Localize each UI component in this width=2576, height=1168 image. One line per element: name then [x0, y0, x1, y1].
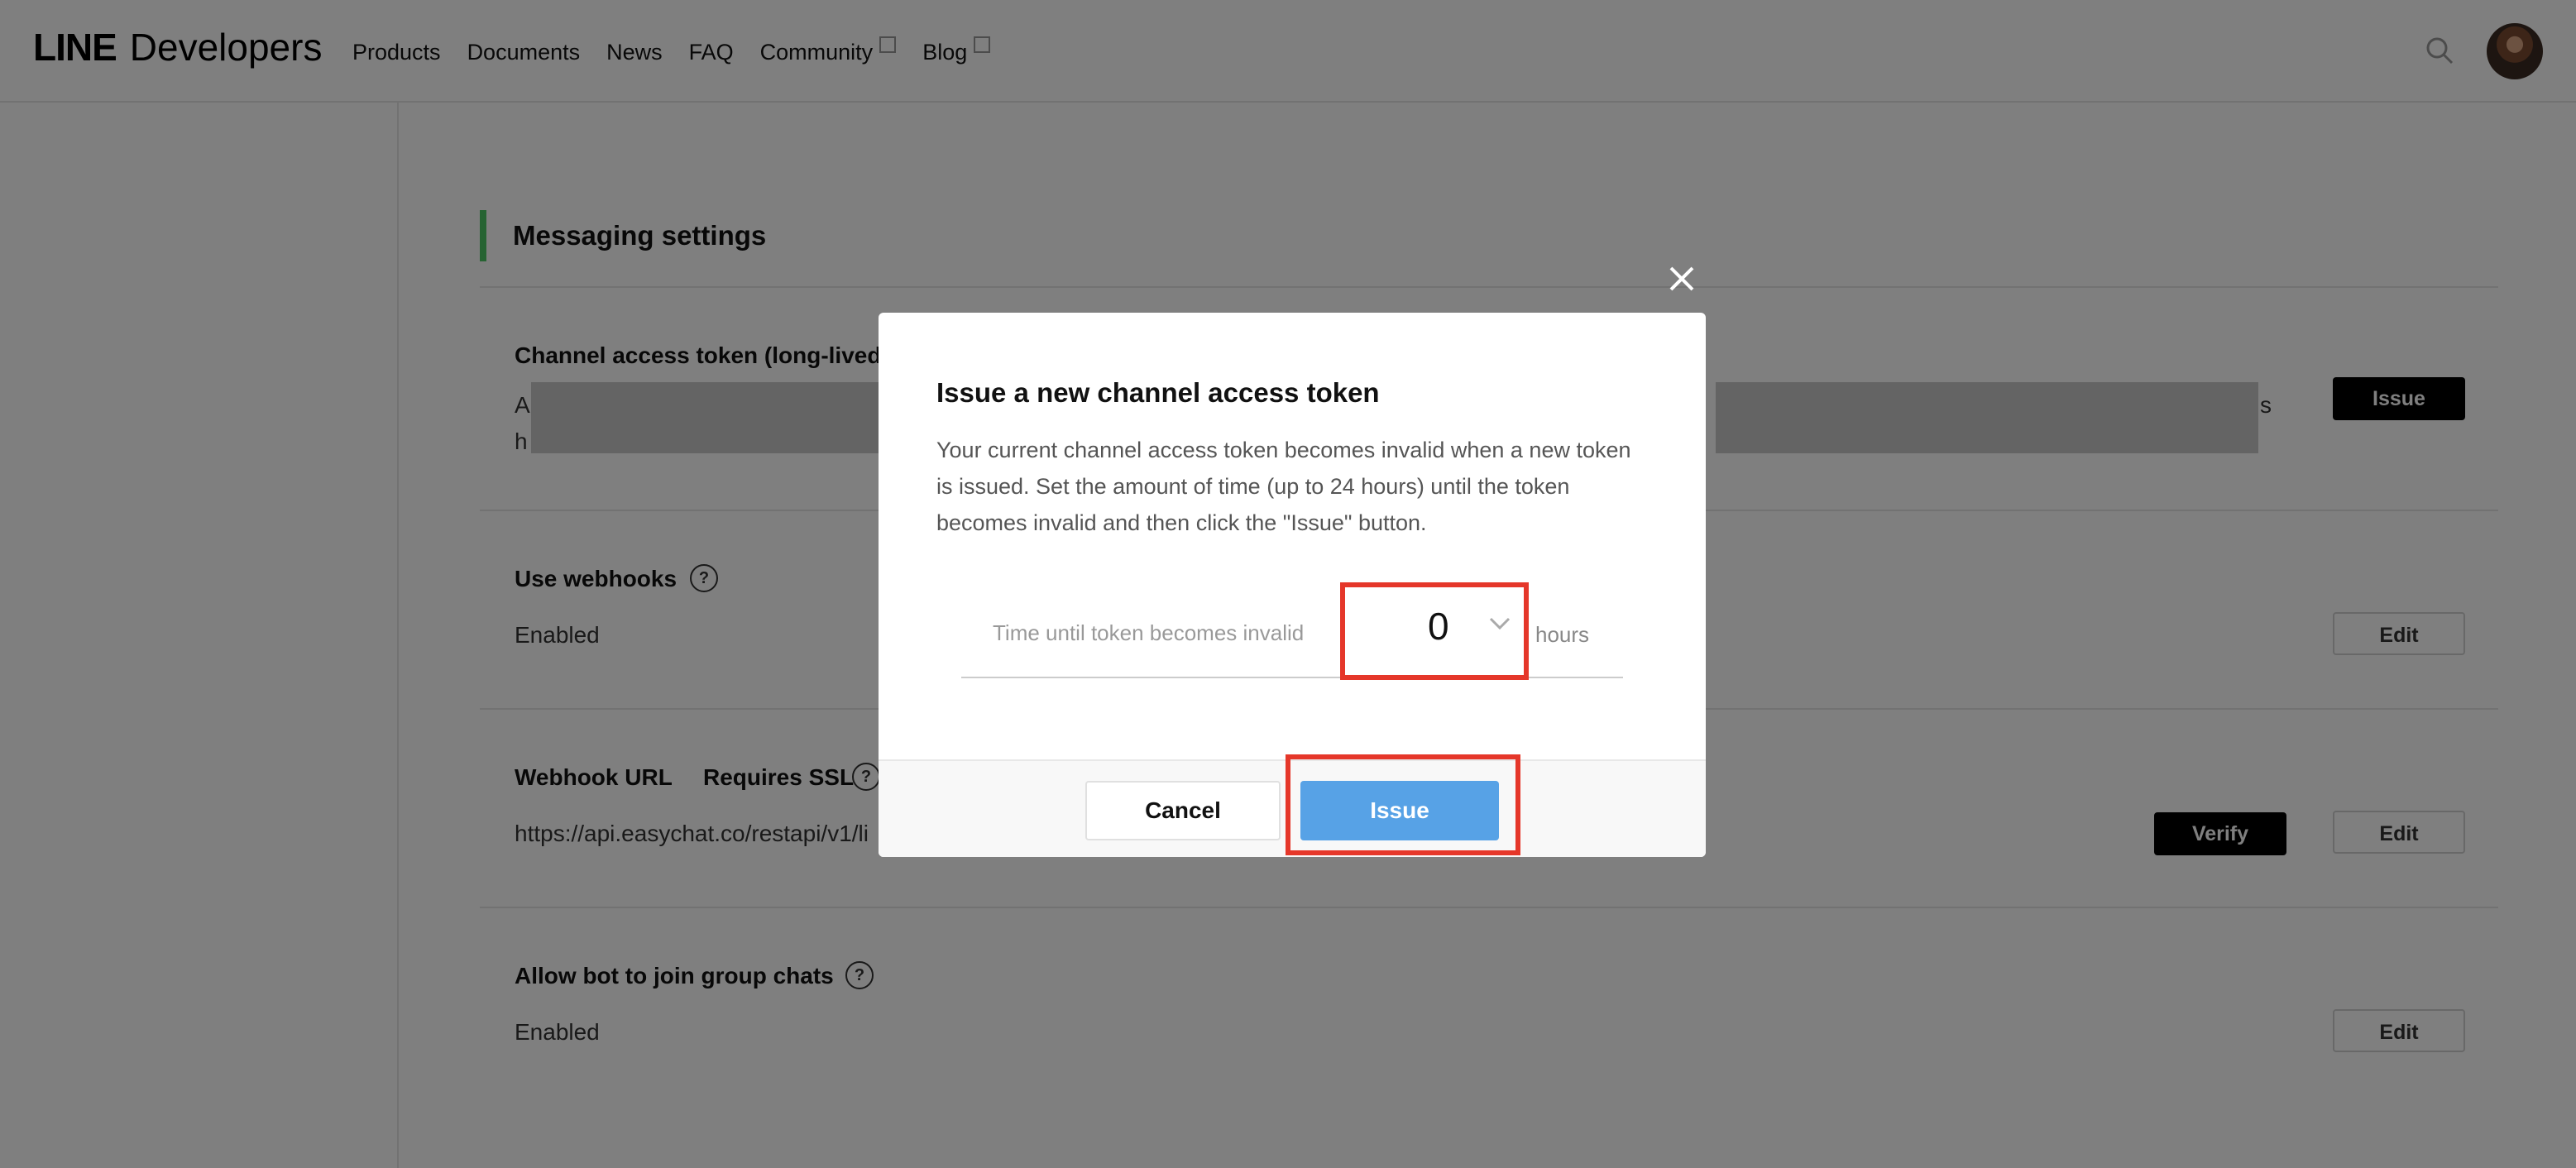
close-icon[interactable] — [1663, 260, 1701, 298]
dialog-title: Issue a new channel access token — [936, 377, 1380, 408]
highlight-hours-select — [1340, 582, 1529, 680]
cancel-button[interactable]: Cancel — [1085, 781, 1281, 840]
hours-unit-label: hours — [1535, 622, 1590, 647]
highlight-issue-button — [1286, 754, 1520, 855]
time-field-label: Time until token becomes invalid — [993, 620, 1305, 645]
dialog-description: Your current channel access token become… — [936, 438, 1631, 535]
